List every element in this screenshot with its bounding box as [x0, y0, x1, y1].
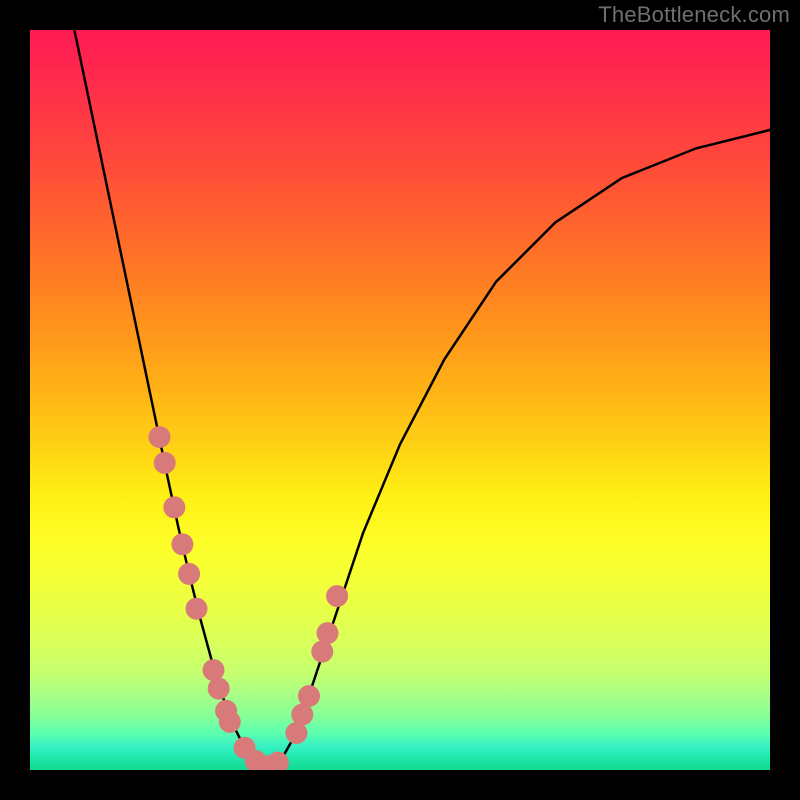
marker-point	[298, 685, 320, 707]
marker-point	[311, 641, 333, 663]
marker-point	[171, 533, 193, 555]
marker-point	[208, 678, 230, 700]
marker-point	[326, 585, 348, 607]
bottleneck-curve	[74, 30, 770, 766]
marker-point	[317, 622, 339, 644]
marker-point	[149, 426, 171, 448]
marker-point	[178, 563, 200, 585]
curve-layer	[30, 30, 770, 770]
marker-point	[186, 598, 208, 620]
plot-area	[30, 30, 770, 770]
marker-point	[154, 452, 176, 474]
watermark-text: TheBottleneck.com	[598, 2, 790, 28]
marker-point	[163, 496, 185, 518]
chart-frame: TheBottleneck.com	[0, 0, 800, 800]
marker-point	[203, 659, 225, 681]
marker-point	[219, 711, 241, 733]
marker-group	[149, 426, 349, 770]
